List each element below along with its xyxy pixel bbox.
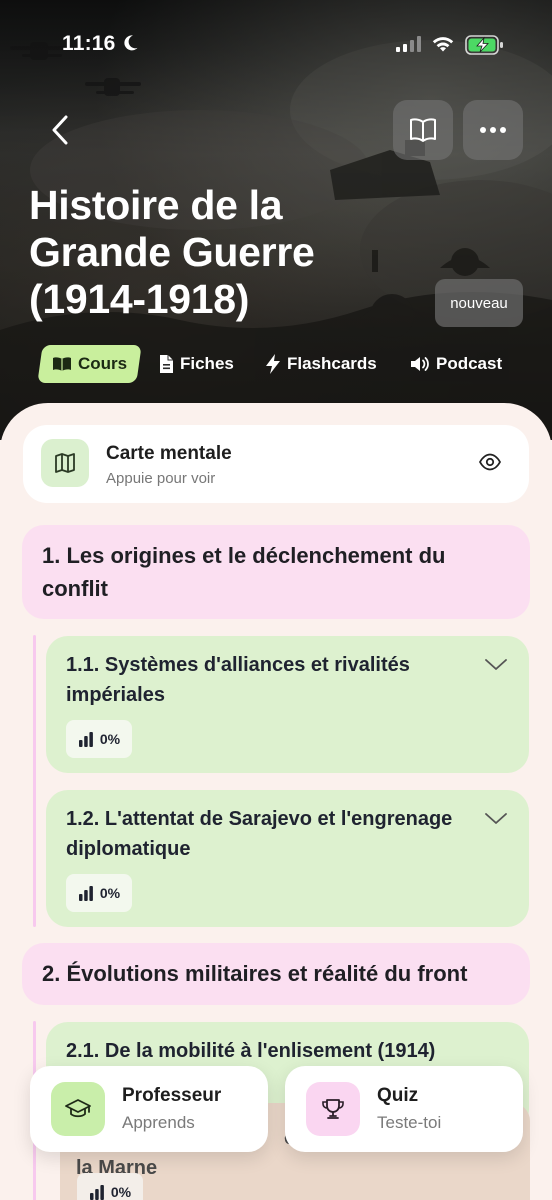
subsection-card[interactable]: 1.1. Systèmes d'alliances et rivalités i… <box>46 636 529 773</box>
bar-chart-icon <box>78 886 93 901</box>
header-hero: 11:16 Histoire de la Grande Guerre (1914… <box>0 0 552 440</box>
professor-subtitle: Apprends <box>122 1113 195 1132</box>
map-icon <box>41 439 89 487</box>
lightning-icon <box>266 354 280 374</box>
status-bar: 11:16 <box>0 30 552 60</box>
progress-value: 0% <box>99 885 121 901</box>
tab-bar: Cours Fiches Flashcards Podcast <box>0 345 552 385</box>
chevron-left-icon <box>52 115 68 145</box>
bar-chart-icon <box>78 732 93 747</box>
mind-map-subtitle: Appuie pour voir <box>106 470 216 487</box>
bar-chart-icon <box>89 1185 104 1200</box>
tab-podcast-label: Podcast <box>436 354 503 373</box>
quiz-button[interactable]: Quiz Teste-toi <box>285 1066 523 1152</box>
quiz-title: Quiz <box>377 1085 419 1106</box>
more-options-button[interactable] <box>463 100 523 160</box>
progress-badge: 0% <box>66 874 132 912</box>
progress-value: 0% <box>99 731 121 747</box>
subsection-title: 1.2. L'attentat de Sarajevo et l'engrena… <box>66 808 453 860</box>
tab-cours-label: Cours <box>78 354 128 373</box>
mind-map-title: Carte mentale <box>106 443 232 464</box>
progress-badge: 0% <box>66 720 132 758</box>
course-title: Histoire de la Grande Guerre (1914-1918) <box>29 182 315 322</box>
progress-badge: 0% <box>77 1173 143 1200</box>
battery-charging-icon <box>465 35 505 60</box>
professor-title: Professeur <box>122 1085 222 1106</box>
section-header[interactable]: 2. Évolutions militaires et réalité du f… <box>22 943 530 1005</box>
subsection-title: 2.1. De la mobilité à l'enlisement (1914… <box>66 1040 436 1062</box>
tab-flashcards-label: Flashcards <box>287 354 377 373</box>
status-time: 11:16 <box>62 32 116 55</box>
subsection-card[interactable]: 1.2. L'attentat de Sarajevo et l'engrena… <box>46 790 529 927</box>
professor-button[interactable]: Professeur Apprends <box>30 1066 268 1152</box>
tab-fiches[interactable]: Fiches <box>158 345 234 383</box>
cellular-signal-icon <box>396 36 422 57</box>
graduation-cap-icon <box>51 1082 105 1136</box>
chevron-down-icon[interactable] <box>485 812 507 830</box>
progress-value: 0% <box>110 1184 132 1200</box>
subsection-title: 1.1. Systèmes d'alliances et rivalités i… <box>66 654 410 706</box>
section-header[interactable]: 1. Les origines et le déclenchement du c… <box>22 525 530 619</box>
section-rail <box>33 635 36 927</box>
tab-cours[interactable]: Cours <box>37 345 142 383</box>
quiz-subtitle: Teste-toi <box>377 1113 442 1132</box>
trophy-icon <box>306 1082 360 1136</box>
eye-icon[interactable] <box>478 453 502 476</box>
mind-map-card[interactable]: Carte mentale Appuie pour voir <box>23 425 529 503</box>
speaker-icon <box>411 357 429 371</box>
back-button[interactable] <box>30 100 90 160</box>
tab-podcast[interactable]: Podcast <box>410 345 502 383</box>
moon-icon <box>120 33 140 58</box>
more-dots-icon <box>480 127 506 133</box>
book-icon <box>410 118 436 142</box>
new-badge: nouveau <box>435 279 523 327</box>
chevron-down-icon[interactable] <box>485 658 507 676</box>
document-icon <box>160 355 173 373</box>
wifi-icon <box>431 35 455 58</box>
book-open-icon <box>53 357 71 371</box>
open-book-button[interactable] <box>393 100 453 160</box>
tab-flashcards[interactable]: Flashcards <box>265 345 377 383</box>
tab-fiches-label: Fiches <box>180 354 234 373</box>
